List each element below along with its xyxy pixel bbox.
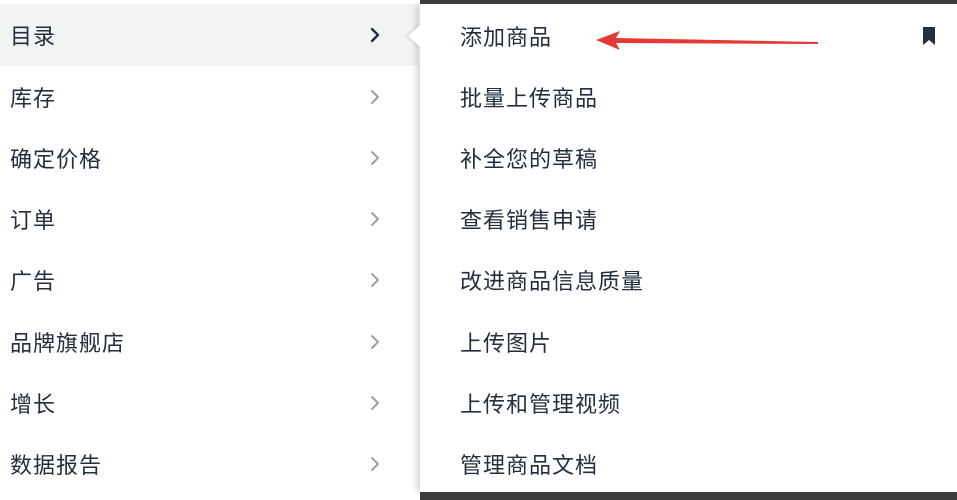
menu-item-label: 库存 [10, 87, 57, 112]
chevron-right-icon [366, 149, 384, 167]
menu-item-catalog[interactable]: 目录 [0, 4, 418, 66]
menu-item-label: 增长 [10, 393, 57, 418]
submenu-pointer [408, 24, 421, 48]
chevron-right-icon [366, 26, 384, 44]
menu-item-pricing[interactable]: 确定价格 [0, 127, 418, 189]
submenu-item-listing-quality[interactable]: 改进商品信息质量 [460, 260, 644, 300]
menu-item-growth[interactable]: 增长 [0, 372, 418, 434]
panel-top-border [420, 0, 957, 4]
menu-item-label: 订单 [10, 209, 57, 234]
submenu-item-bulk-upload[interactable]: 批量上传商品 [460, 77, 598, 117]
submenu-item-complete-drafts[interactable]: 补全您的草稿 [460, 138, 598, 178]
menu-item-brand-store[interactable]: 品牌旗舰店 [0, 311, 418, 373]
panel-bottom-border [420, 492, 957, 500]
menu-item-label: 品牌旗舰店 [10, 332, 126, 357]
menu-item-label: 确定价格 [10, 148, 103, 173]
menu-item-label: 数据报告 [10, 454, 103, 479]
submenu-item-sales-requests[interactable]: 查看销售申请 [460, 199, 598, 239]
chevron-right-icon [366, 88, 384, 106]
menu-item-reports[interactable]: 数据报告 [0, 433, 418, 495]
chevron-right-icon [366, 333, 384, 351]
chevron-right-icon [366, 210, 384, 228]
submenu-item-upload-images[interactable]: 上传图片 [460, 322, 552, 362]
chevron-right-icon [366, 455, 384, 473]
left-nav-menu: 目录 库存 确定价格 订单 广告 品牌旗舰店 增长 数据报告 [0, 0, 418, 500]
submenu-item-videos[interactable]: 上传和管理视频 [460, 383, 621, 423]
menu-item-inventory[interactable]: 库存 [0, 66, 418, 128]
chevron-right-icon [366, 394, 384, 412]
bookmark-icon[interactable] [922, 26, 936, 46]
submenu-item-product-documents[interactable]: 管理商品文档 [460, 444, 598, 484]
menu-item-advertising[interactable]: 广告 [0, 249, 418, 311]
menu-item-label: 目录 [10, 25, 57, 50]
menu-item-label: 广告 [10, 270, 57, 295]
chevron-right-icon [366, 271, 384, 289]
submenu-item-add-product[interactable]: 添加商品 [460, 16, 552, 56]
annotation-arrow-icon [596, 28, 826, 52]
menu-item-orders[interactable]: 订单 [0, 188, 418, 250]
navigation-flyout: 目录 库存 确定价格 订单 广告 品牌旗舰店 增长 数据报告 添加商品 批量上传… [0, 0, 957, 500]
